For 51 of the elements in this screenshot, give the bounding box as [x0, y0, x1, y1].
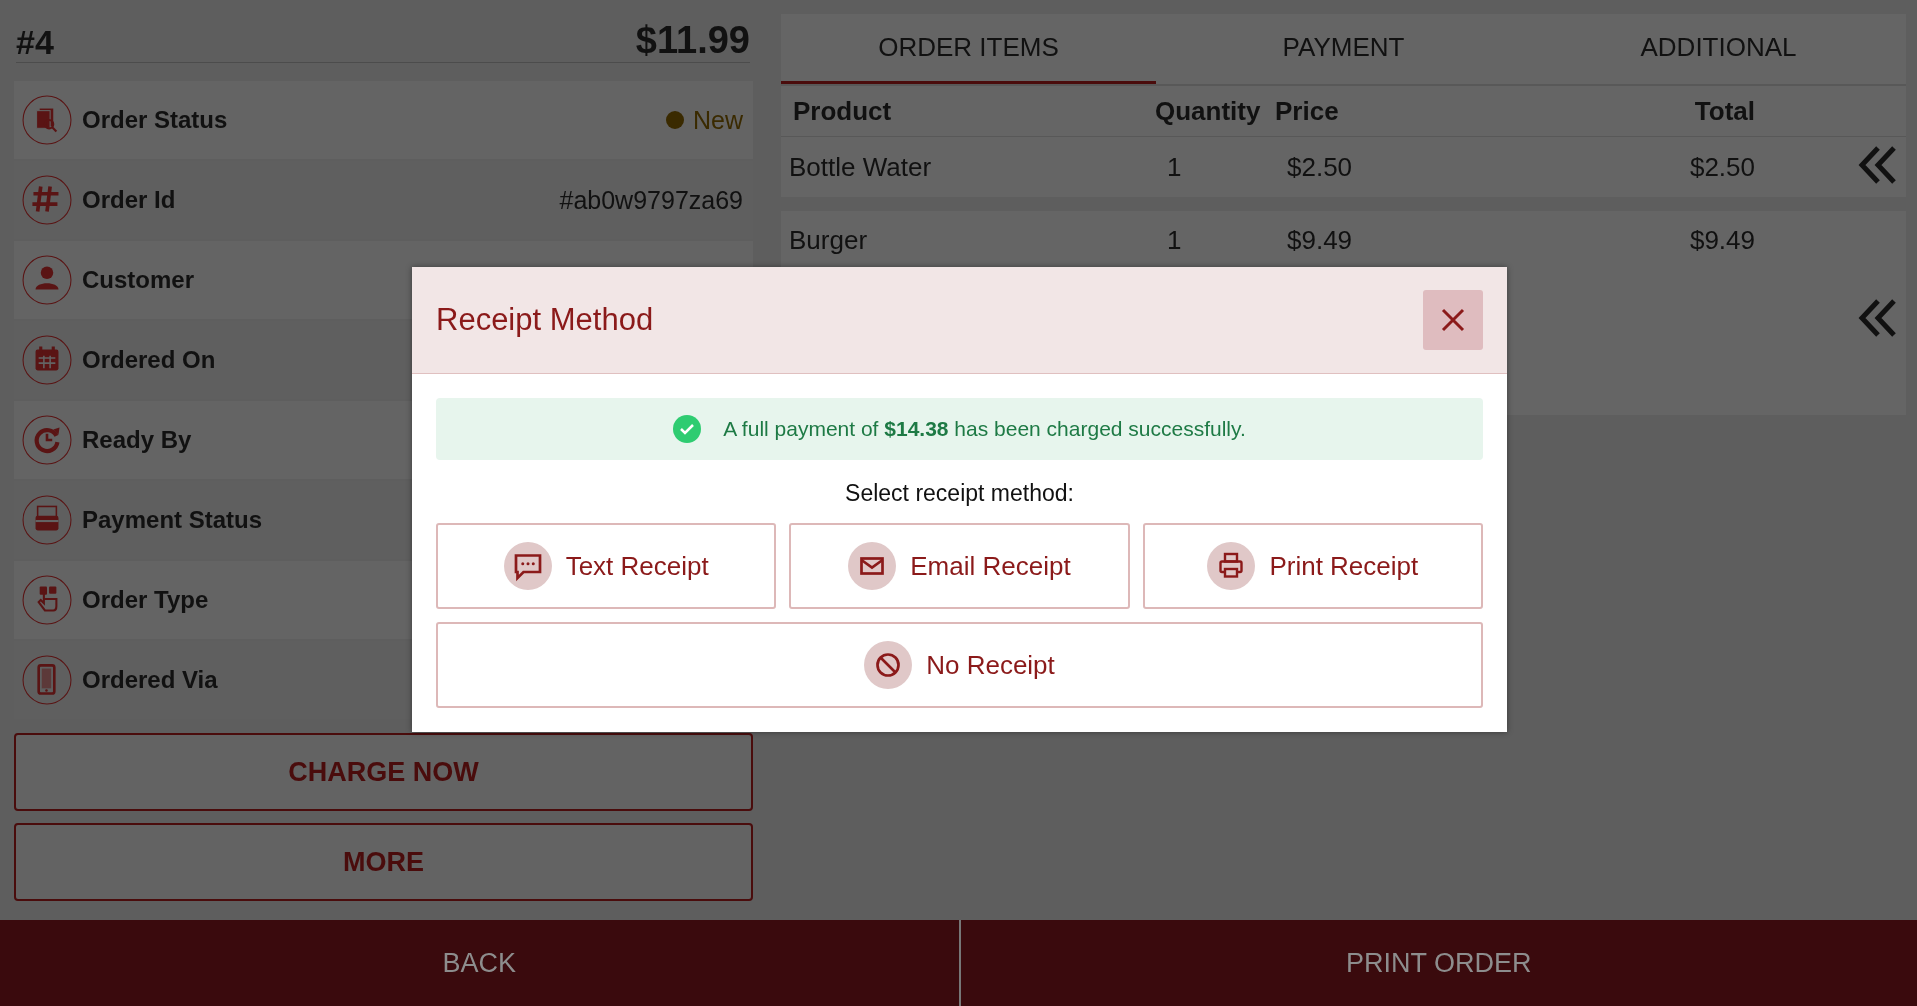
receipt-option-button[interactable]: No Receipt	[436, 622, 1483, 708]
tab[interactable]: PAYMENT	[1156, 14, 1531, 84]
column-header: Product	[792, 95, 893, 127]
phone-icon	[22, 655, 72, 705]
tab[interactable]: ORDER ITEMS	[781, 14, 1156, 84]
dialog-title: Receipt Method	[436, 302, 654, 338]
clock-icon	[22, 415, 72, 465]
row-label: Customer	[82, 266, 195, 294]
close-icon	[1441, 308, 1465, 332]
check-circle-icon	[673, 415, 702, 443]
row-label: Payment Status	[82, 506, 263, 534]
prompt-text: Select receipt method:	[844, 480, 1075, 507]
alert-message: A full payment of $14.38 has been charged successfully.	[723, 417, 1246, 441]
row-label: Order Status	[82, 106, 228, 134]
row-label: Ready By	[82, 426, 192, 454]
printer-icon	[1207, 542, 1256, 590]
table-cell-text: 1	[1166, 225, 1183, 256]
receipt-option-button[interactable]: Email Receipt	[789, 523, 1130, 609]
calendar-icon	[22, 335, 72, 385]
action-button[interactable]: MORE	[14, 823, 753, 901]
close-button[interactable]	[1423, 290, 1483, 350]
chat-bubble-icon	[503, 542, 552, 590]
column-header: Total	[1693, 95, 1755, 127]
column-header: Price	[1275, 95, 1340, 127]
column-header: Quantity	[1154, 95, 1262, 127]
hash-icon	[22, 175, 72, 225]
person-icon	[22, 255, 72, 305]
receipt-option-button[interactable]: Print Receipt	[1142, 523, 1483, 609]
table-cell-text: $9.49	[1286, 225, 1354, 256]
table-cell-text: Bottle Water	[788, 151, 933, 183]
action-button[interactable]: CHARGE NOW	[14, 733, 753, 811]
document-icon	[22, 95, 72, 145]
status-text: New	[693, 105, 743, 135]
wallet-icon	[22, 495, 72, 545]
prohibited-icon	[864, 641, 913, 689]
table-cell-text: $2.50	[1286, 151, 1354, 183]
table-cell-text: 1	[1166, 151, 1183, 183]
hand-icon	[22, 575, 72, 625]
row-value: #ab0w9797za69	[559, 185, 743, 215]
row-label: Order Id	[82, 186, 176, 214]
row-label: Order Type	[82, 586, 209, 614]
order-total: $11.99	[635, 19, 750, 62]
envelope-icon	[848, 542, 897, 590]
table-cell-text: $2.50	[1688, 151, 1755, 183]
table-cell-text: Burger	[788, 225, 869, 256]
order-number: #4	[16, 23, 54, 62]
table-cell-text: $9.49	[1688, 225, 1755, 256]
row-label: Ordered Via	[82, 666, 218, 694]
tab[interactable]: ADDITIONAL	[1531, 14, 1906, 84]
row-label: Ordered On	[82, 346, 216, 374]
receipt-option-button[interactable]: Text Receipt	[436, 523, 777, 609]
